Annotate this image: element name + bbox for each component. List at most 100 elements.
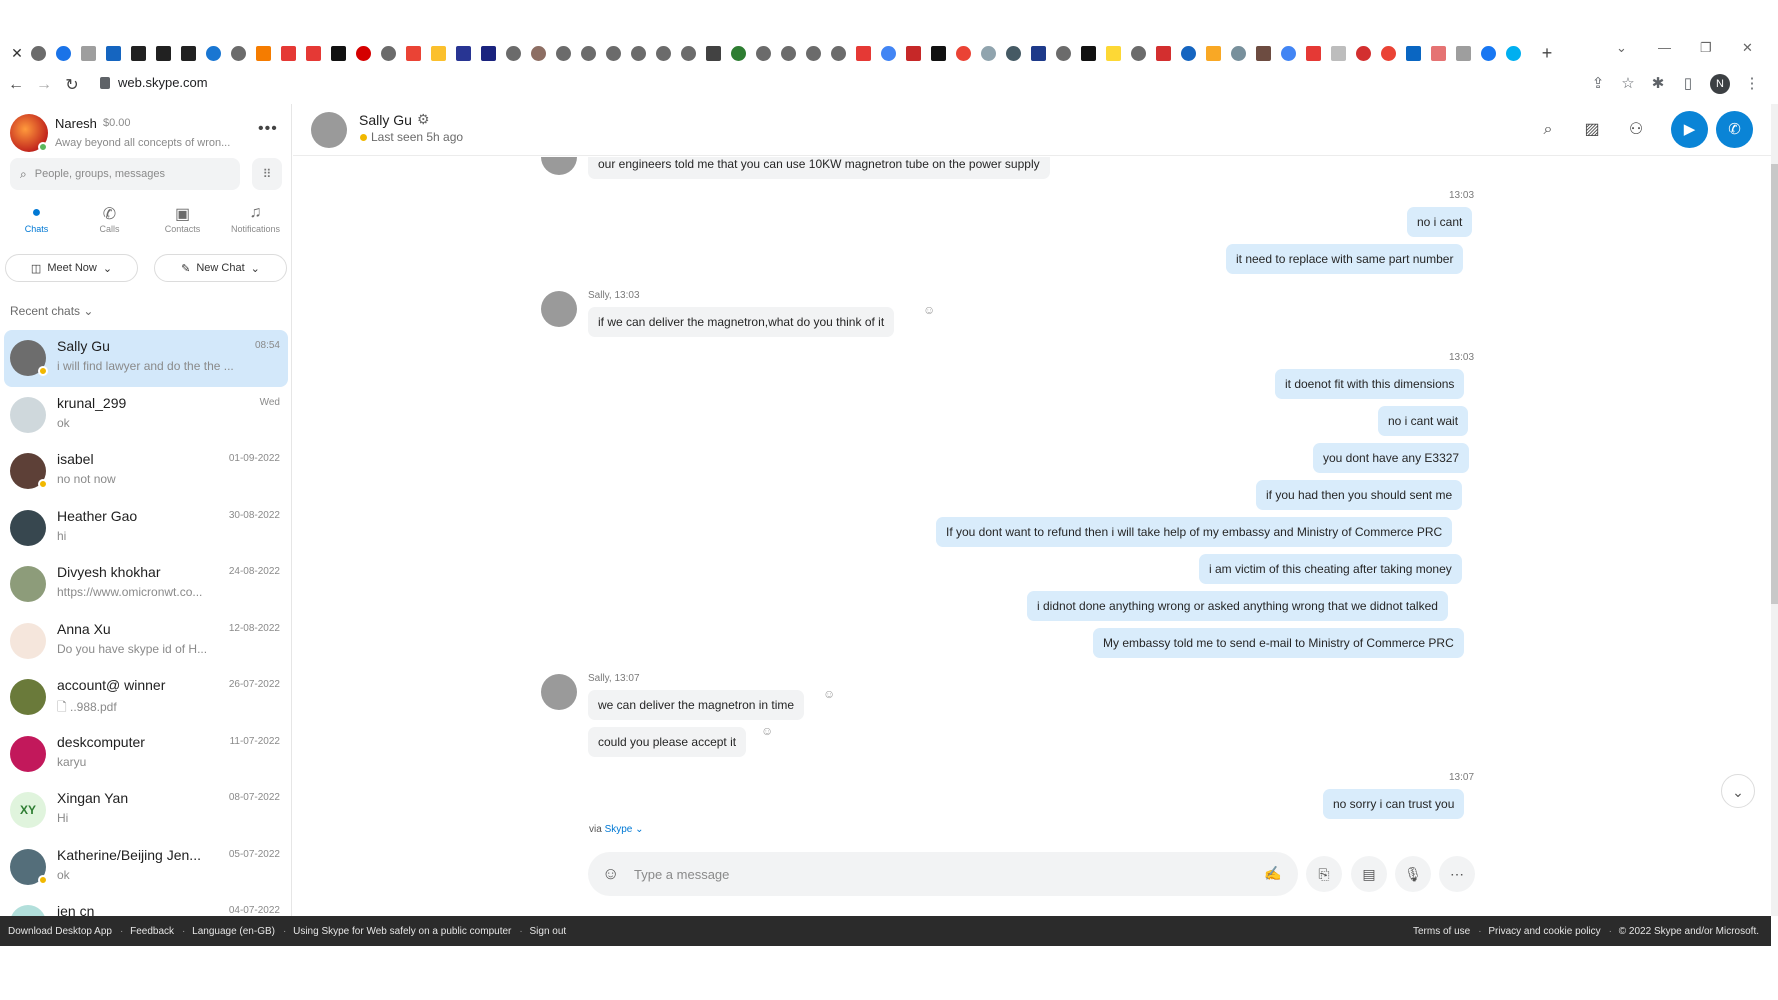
chat-item-isabel[interactable]: isabel no not now 01-09-2022 <box>4 443 288 500</box>
contact-card-button[interactable]: ▤ <box>1351 856 1387 892</box>
tab-favicon[interactable] <box>681 45 696 61</box>
tab-favicon[interactable] <box>281 45 296 61</box>
tab-favicon[interactable] <box>156 45 171 61</box>
message-bubble[interactable]: could you please accept it <box>588 727 747 757</box>
audio-call-button[interactable]: ✆ <box>1716 111 1753 148</box>
tab-favicon[interactable] <box>506 45 521 61</box>
microphone-button[interactable]: 🎙 <box>1395 856 1431 892</box>
tab-favicon[interactable] <box>781 45 796 61</box>
tab-search-icon[interactable]: ⌄ <box>1616 40 1627 66</box>
contact-avatar[interactable] <box>311 112 347 148</box>
chat-item-account-winner[interactable]: account@ winner 🗋 ..988.pdf 26-07-2022 <box>4 669 288 726</box>
tab-favicon[interactable] <box>131 45 146 61</box>
tab-favicon[interactable] <box>1406 45 1421 61</box>
tab-favicon[interactable] <box>1331 45 1346 61</box>
tab-favicon[interactable] <box>631 45 646 61</box>
tab-favicon[interactable] <box>831 45 846 61</box>
tab-favicon[interactable] <box>456 45 471 61</box>
tab-favicon[interactable] <box>1306 45 1321 61</box>
tab-favicon[interactable] <box>181 45 196 61</box>
footer-link-privacy[interactable]: Privacy and cookie policy <box>1488 926 1600 937</box>
chevron-down-icon[interactable]: ⌄ <box>635 824 643 835</box>
video-call-button[interactable]: ▶ <box>1671 111 1708 148</box>
browser-menu-icon[interactable]: ⋮ <box>1744 76 1760 92</box>
reaction-icon[interactable]: ☺ <box>923 303 935 317</box>
tab-favicon[interactable] <box>1181 45 1196 61</box>
scroll-to-bottom-button[interactable]: ⌄ <box>1721 774 1755 808</box>
skype-credit[interactable]: $0.00 <box>103 117 131 129</box>
tab-favicon[interactable] <box>331 45 346 61</box>
chat-item-heather-gao[interactable]: Heather Gao hi 30-08-2022 <box>4 500 288 557</box>
recent-chats-header[interactable]: Recent chats ⌄ <box>10 304 93 318</box>
gear-icon[interactable]: ⚙ <box>417 111 430 128</box>
tab-favicon[interactable] <box>1156 45 1171 61</box>
tab-favicon[interactable] <box>481 45 496 61</box>
via-skype-link[interactable]: Skype <box>605 824 633 835</box>
tab-favicon[interactable] <box>356 45 371 61</box>
tab-notifications[interactable]: ♫ Notifications <box>219 204 291 248</box>
footer-link-feedback[interactable]: Feedback <box>130 926 174 937</box>
tab-favicon[interactable] <box>906 45 921 61</box>
restore-icon[interactable]: ❐ <box>1700 40 1712 66</box>
tab-favicon[interactable] <box>856 45 871 61</box>
tab-favicon[interactable] <box>581 45 596 61</box>
message-bubble[interactable]: we can deliver the magnetron in time <box>588 690 805 720</box>
message-bubble[interactable]: it need to replace with same part number <box>1226 244 1464 274</box>
tab-favicon[interactable] <box>731 45 746 61</box>
close-window-icon[interactable]: ✕ <box>1742 40 1753 66</box>
tab-favicon[interactable] <box>231 45 246 61</box>
tab-favicon[interactable] <box>531 45 546 61</box>
tab-favicon[interactable] <box>431 45 446 61</box>
tab-favicon[interactable] <box>1006 45 1021 61</box>
new-tab-button[interactable]: + <box>1538 43 1556 64</box>
message-bubble[interactable]: My embassy told me to send e-mail to Min… <box>1093 628 1464 658</box>
message-bubble[interactable]: if you had then you should sent me <box>1256 480 1463 510</box>
footer-link-terms[interactable]: Terms of use <box>1413 926 1470 937</box>
tab-favicon[interactable] <box>606 45 621 61</box>
reload-icon[interactable]: ↻ <box>60 75 84 95</box>
tab-favicon[interactable] <box>1056 45 1071 61</box>
tab-favicon[interactable] <box>1381 45 1396 61</box>
extensions-icon[interactable]: ✱ <box>1650 76 1666 92</box>
footer-link-language[interactable]: Language (en-GB) <box>192 926 275 937</box>
side-panel-icon[interactable]: ▯ <box>1680 76 1696 92</box>
message-bubble[interactable]: our engineers told me that you can use 1… <box>588 157 1050 179</box>
tab-favicon[interactable] <box>656 45 671 61</box>
reaction-icon[interactable]: ☺ <box>823 687 835 701</box>
chat-item-jen-cn[interactable]: jen cn 04-07-2022 <box>4 895 288 916</box>
tab-favicon[interactable] <box>1231 45 1246 61</box>
meet-now-button[interactable]: ◫ Meet Now ⌄ <box>5 254 138 282</box>
message-bubble[interactable]: no i cant wait <box>1378 406 1469 436</box>
send-file-button[interactable]: ⎘ <box>1306 856 1342 892</box>
more-options-icon[interactable]: ••• <box>258 120 278 138</box>
dialpad-icon[interactable]: ⠿ <box>252 158 282 190</box>
tab-favicon[interactable] <box>1256 45 1271 61</box>
tab-contacts[interactable]: ▣ Contacts <box>146 204 219 248</box>
tab-favicon[interactable] <box>1206 45 1221 61</box>
chat-item-divyesh[interactable]: Divyesh khokhar https://www.omicronwt.co… <box>4 556 288 613</box>
tab-favicon[interactable] <box>1481 45 1496 61</box>
tab-favicon[interactable] <box>81 45 96 61</box>
close-tab-icon[interactable]: ✕ <box>8 45 26 62</box>
message-bubble[interactable]: no sorry i can trust you <box>1323 789 1465 819</box>
chat-item-deskcomputer[interactable]: deskcomputer karyu 11-07-2022 <box>4 726 288 783</box>
address-bar[interactable]: web.skype.com <box>100 75 208 90</box>
tab-favicon[interactable] <box>1281 45 1296 61</box>
share-icon[interactable]: ⇪ <box>1590 76 1606 92</box>
tab-calls[interactable]: ✆ Calls <box>73 204 146 248</box>
tab-favicon[interactable] <box>556 45 571 61</box>
tab-favicon[interactable] <box>1456 45 1471 61</box>
contact-name[interactable]: Sally Gu <box>359 112 412 128</box>
footer-link-safety[interactable]: Using Skype for Web safely on a public c… <box>293 926 511 937</box>
tab-chats[interactable]: ● Chats <box>0 204 73 248</box>
my-profile[interactable]: Naresh $0.00 Away beyond all concepts of… <box>10 110 280 154</box>
tab-favicon[interactable] <box>1131 45 1146 61</box>
emoji-icon[interactable]: ☺ <box>602 864 619 884</box>
tab-favicon[interactable] <box>406 45 421 61</box>
bookmark-star-icon[interactable]: ☆ <box>1620 76 1636 92</box>
search-box[interactable]: ⌕ People, groups, messages <box>10 158 240 190</box>
tab-favicon[interactable] <box>206 45 221 61</box>
tab-favicon[interactable] <box>756 45 771 61</box>
tab-favicon[interactable] <box>1356 45 1371 61</box>
tab-favicon[interactable] <box>981 45 996 61</box>
